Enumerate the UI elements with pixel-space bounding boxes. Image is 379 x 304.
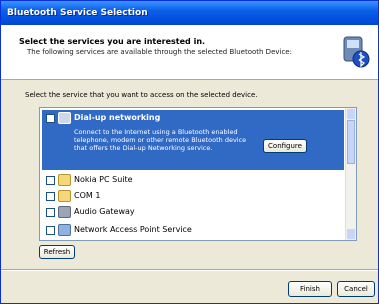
header-title: Select the services you are interested i…	[19, 37, 206, 46]
service-item-audio-gateway[interactable]: Audio Gateway	[42, 204, 344, 219]
cancel-button[interactable]: Cancel	[337, 281, 375, 297]
service-item-com1[interactable]: COM 1	[42, 188, 344, 203]
window-title: Bluetooth Service Selection	[7, 8, 148, 18]
service-checkbox[interactable]	[46, 208, 55, 217]
scroll-down-arrow-icon[interactable]	[347, 229, 355, 239]
audio-icon	[58, 206, 71, 218]
scroll-up-arrow-icon[interactable]	[347, 109, 355, 119]
service-label: Audio Gateway	[74, 207, 135, 216]
scrollbar-thumb[interactable]	[347, 120, 355, 164]
service-item-network-access-point[interactable]: Network Access Point Service	[42, 222, 344, 237]
service-label: Network Access Point Service	[74, 225, 192, 234]
header-subtitle: The following services are available thr…	[27, 48, 292, 56]
service-label: Nokia PC Suite	[74, 175, 133, 184]
service-selection-window: Bluetooth Service Selection Select the s…	[0, 0, 379, 304]
footer-divider	[1, 269, 378, 271]
folder-icon	[58, 174, 71, 186]
title-bar[interactable]: Bluetooth Service Selection	[1, 1, 378, 25]
header-panel: Select the services you are interested i…	[1, 25, 378, 80]
service-checkbox[interactable]	[46, 114, 55, 123]
configure-button[interactable]: Configure	[263, 139, 307, 153]
instruction-text: Select the service that you want to acce…	[25, 91, 258, 99]
dialup-icon	[58, 112, 71, 124]
service-description: Connect to the Internet using a Bluetoot…	[74, 128, 247, 152]
service-item-dialup-networking[interactable]: Dial-up networking Connect to the Intern…	[42, 110, 344, 170]
service-checkbox[interactable]	[46, 176, 55, 185]
network-icon	[58, 224, 71, 236]
folder-icon	[58, 190, 71, 202]
service-label: Dial-up networking	[74, 113, 161, 122]
list-scrollbar[interactable]	[345, 108, 356, 240]
refresh-button[interactable]: Refresh	[39, 245, 75, 259]
service-checkbox[interactable]	[46, 226, 55, 235]
finish-button[interactable]: Finish	[288, 281, 332, 297]
service-label: COM 1	[74, 191, 101, 200]
bluetooth-device-icon	[343, 36, 370, 68]
service-checkbox[interactable]	[46, 192, 55, 201]
services-list[interactable]: Dial-up networking Connect to the Intern…	[39, 107, 357, 241]
service-item-nokia-pc-suite[interactable]: Nokia PC Suite	[42, 172, 344, 187]
